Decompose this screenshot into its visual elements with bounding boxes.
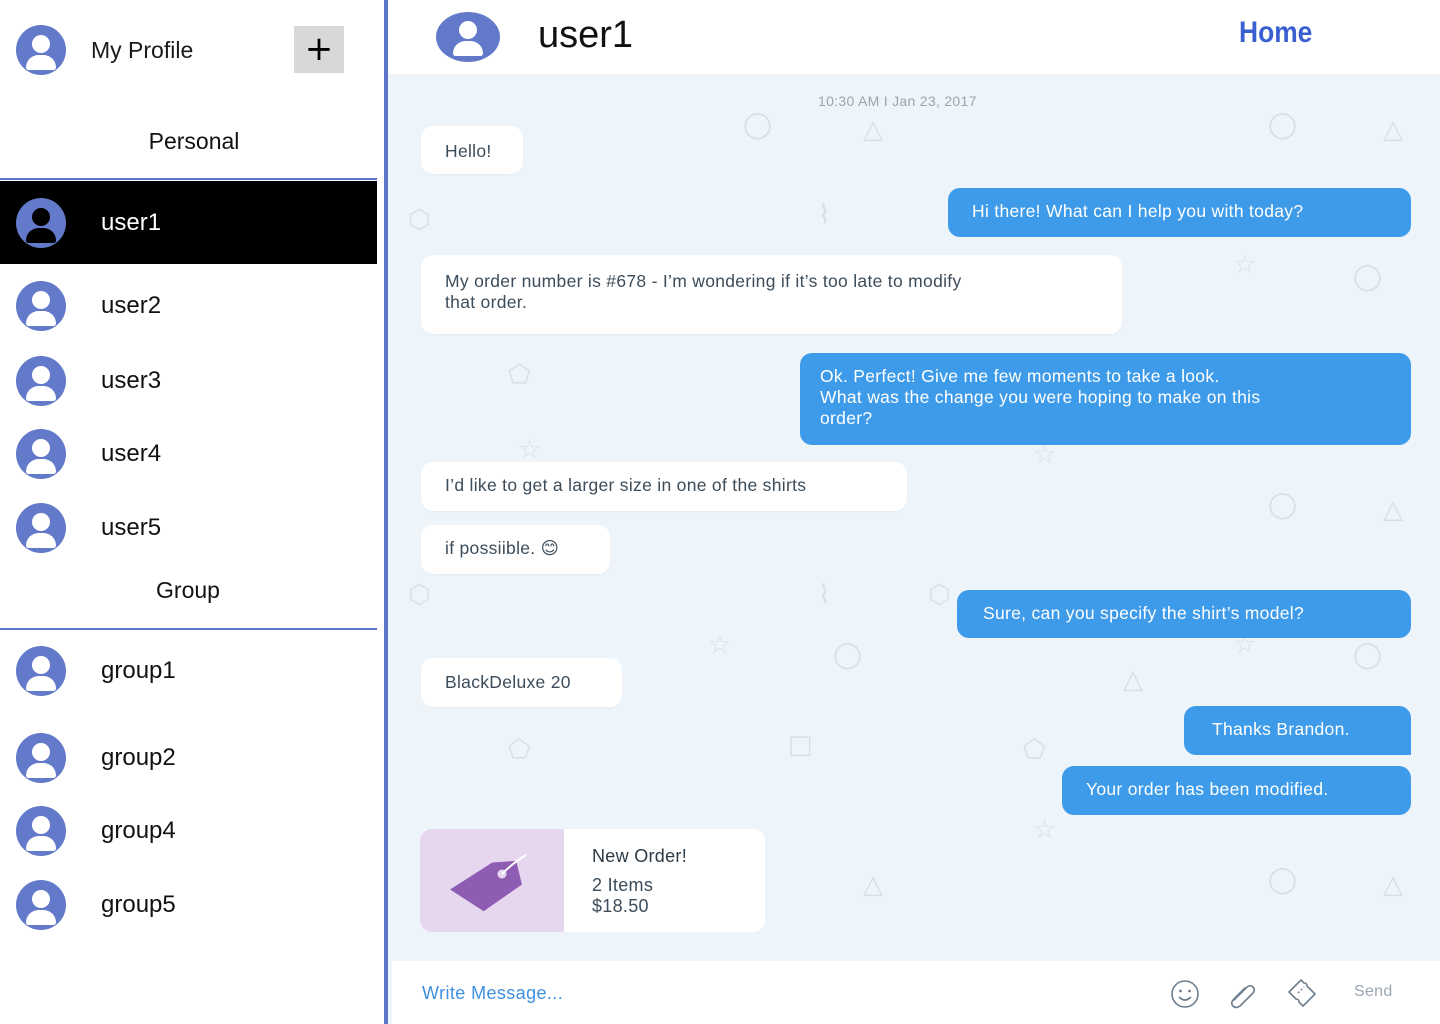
message-text: Sure, can you specify the shirt’s model?	[983, 603, 1305, 623]
message-text: order?	[820, 408, 873, 428]
contact-user2[interactable]: user2	[0, 266, 377, 346]
avatar-icon	[16, 733, 66, 783]
contact-name: group4	[101, 817, 176, 844]
home-link[interactable]: Home	[1239, 16, 1312, 50]
contact-group5[interactable]: group5	[0, 865, 377, 945]
contact-name: user3	[101, 367, 162, 394]
avatar-icon	[16, 429, 66, 479]
divider	[0, 178, 377, 180]
sidebar: My Profile + Personal user1 user2 user3 …	[0, 0, 385, 1024]
ticket-icon[interactable]	[1286, 978, 1318, 1010]
emoji-icon[interactable]	[1169, 978, 1201, 1010]
contact-name: group5	[101, 891, 176, 918]
contact-group2[interactable]: group2	[0, 718, 377, 798]
order-price: $18.50	[592, 896, 649, 916]
avatar-icon	[16, 25, 66, 75]
message-incoming: BlackDeluxe 20	[421, 658, 622, 707]
message-outgoing: Your order has been modified.	[1062, 766, 1411, 815]
add-button[interactable]: +	[294, 26, 344, 73]
order-card[interactable]: New Order! 2 Items $18.50	[420, 829, 765, 932]
order-items: 2 Items	[592, 875, 654, 895]
order-title: New Order!	[592, 846, 688, 866]
attachment-icon[interactable]	[1226, 978, 1258, 1010]
message-incoming: My order number is #678 - I’m wondering …	[421, 255, 1122, 334]
message-incoming: if possiible. 😊	[421, 525, 610, 574]
message-text: that order.	[445, 292, 528, 312]
message-incoming: Hello!	[421, 126, 523, 174]
message-text: Ok. Perfect! Give me few moments to take…	[820, 366, 1220, 386]
message-text: My order number is #678 - I’m wondering …	[445, 271, 962, 291]
message-text: Hi there! What can I help you with today…	[972, 201, 1304, 221]
message-incoming: I’d like to get a larger size in one of …	[421, 462, 907, 511]
message-text: BlackDeluxe 20	[445, 672, 571, 692]
contact-group4[interactable]: group4	[0, 791, 377, 871]
contact-group1[interactable]: group1	[0, 631, 377, 711]
avatar-icon	[16, 281, 66, 331]
message-composer: Send	[392, 961, 1440, 1024]
chat-title: user1	[538, 14, 634, 56]
send-button[interactable]: Send	[1354, 983, 1393, 1001]
avatar-icon	[16, 880, 66, 930]
message-outgoing: Ok. Perfect! Give me few moments to take…	[800, 353, 1411, 445]
contact-name: group2	[101, 744, 176, 771]
contact-name: user5	[101, 514, 162, 541]
message-text: Thanks Brandon.	[1212, 719, 1350, 739]
message-text: I’d like to get a larger size in one of …	[445, 475, 807, 495]
avatar-icon	[16, 356, 66, 406]
contact-user5[interactable]: user5	[0, 488, 377, 568]
message-input[interactable]	[422, 979, 1022, 1007]
contact-name: user2	[101, 292, 162, 319]
message-outgoing: Thanks Brandon.	[1184, 706, 1411, 755]
contact-user3[interactable]: user3	[0, 341, 377, 421]
order-thumbnail	[420, 829, 564, 932]
my-profile[interactable]: My Profile	[16, 25, 193, 75]
section-heading-personal: Personal	[148, 128, 240, 154]
contact-name: group1	[101, 657, 176, 684]
section-heading-group: Group	[156, 577, 220, 603]
message-text: if possiible. 😊	[445, 538, 560, 558]
message-text: What was the change you were hoping to m…	[820, 387, 1261, 407]
avatar-icon	[16, 646, 66, 696]
price-tag-icon	[450, 854, 527, 912]
message-text: Hello!	[445, 141, 492, 161]
chat-header: user1 Home	[388, 0, 1440, 74]
chat-panel: ◯ △ ◯ △ ⬡ ⌇ ☆ ◯ ⬠ ☆ ☆ ◯ △ ⬡ ⌇ ⬡ ☆ ◯ ☆ ◯ …	[388, 0, 1440, 1024]
avatar-icon	[16, 806, 66, 856]
avatar-icon	[436, 12, 500, 62]
contact-name: user4	[101, 440, 162, 467]
message-timestamp: 10:30 AM I Jan 23, 2017	[818, 93, 977, 109]
contact-user4[interactable]: user4	[0, 414, 377, 494]
contact-name: user1	[101, 208, 162, 236]
avatar-icon	[16, 197, 66, 248]
profile-label: My Profile	[91, 36, 194, 63]
message-outgoing: Hi there! What can I help you with today…	[948, 188, 1411, 237]
divider	[0, 628, 377, 630]
message-outgoing: Sure, can you specify the shirt’s model?	[957, 590, 1411, 638]
contact-user1[interactable]: user1	[0, 181, 377, 264]
message-text: Your order has been modified.	[1086, 779, 1329, 799]
avatar-icon	[16, 503, 66, 553]
